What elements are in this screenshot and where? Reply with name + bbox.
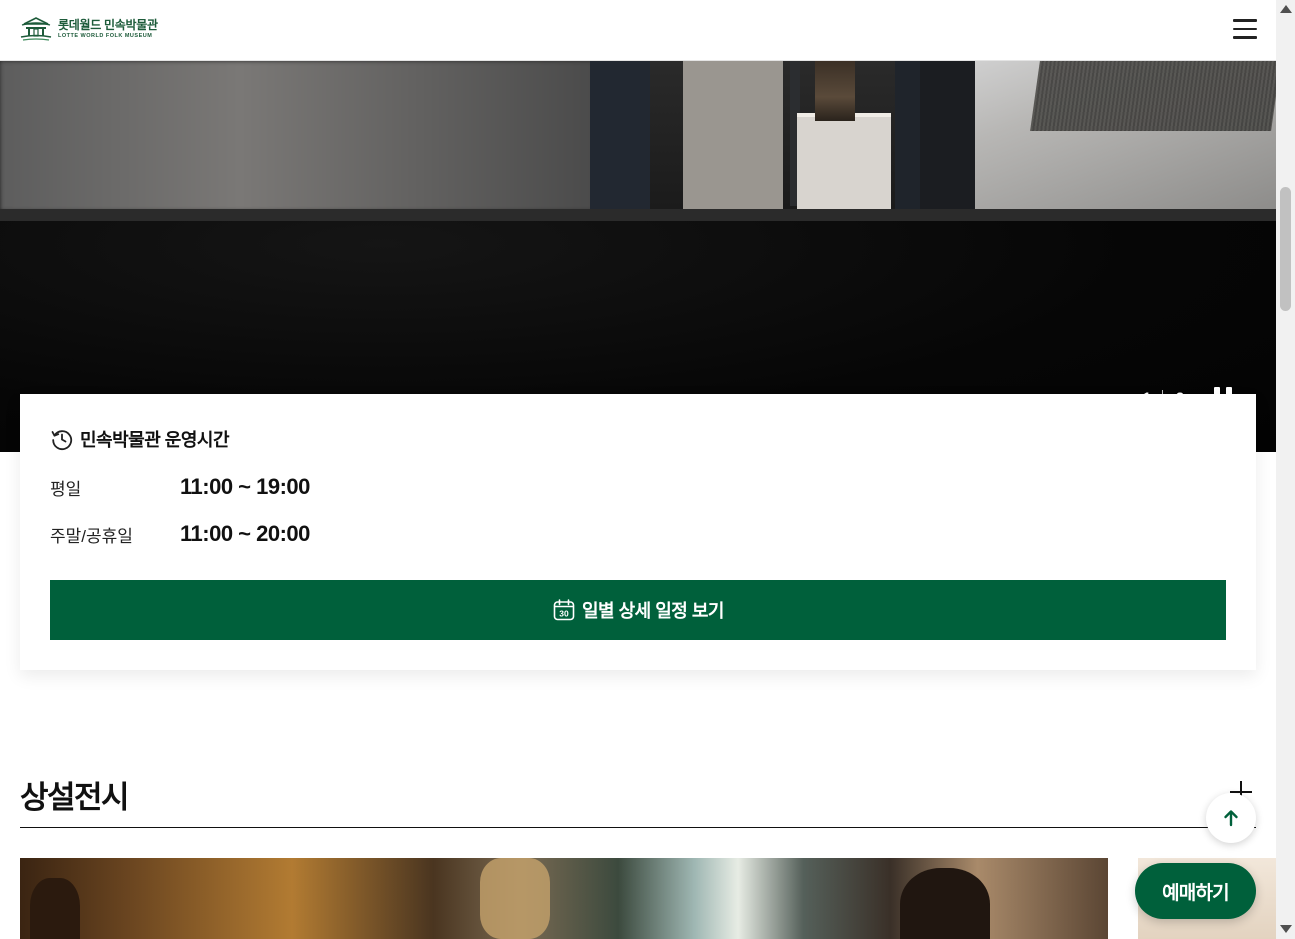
logo-text-en: LOTTE WORLD FOLK MUSEUM: [58, 32, 153, 39]
hours-value: 11:00 ~ 19:00: [180, 474, 310, 499]
hamburger-menu-icon[interactable]: [1233, 19, 1259, 41]
section-title: 상설전시: [20, 780, 130, 815]
book-ticket-label: 예매하기: [1162, 882, 1230, 904]
scroll-to-top-button[interactable]: [1206, 793, 1256, 843]
operating-hours-card: 민속박물관 운영시간 평일 11:00 ~ 19:00 주말/공휴일 11:00…: [20, 394, 1256, 670]
hero-image: [0, 61, 600, 211]
operating-hours-title: 민속박물관 운영시간: [80, 430, 230, 450]
hours-value: 11:00 ~ 20:00: [180, 521, 310, 546]
hours-label: 평일: [50, 479, 82, 499]
scrollbar-thumb[interactable]: [1280, 187, 1291, 311]
scroll-up-arrow-icon[interactable]: [1280, 5, 1292, 13]
operating-hours-heading: 민속박물관 운영시간: [50, 426, 230, 452]
daily-schedule-button[interactable]: 30 일별 상세 일정 보기: [50, 580, 1226, 640]
arrow-up-icon: [1224, 810, 1238, 827]
clock-history-icon: [51, 430, 73, 451]
exhibition-card-image[interactable]: [20, 858, 1108, 939]
hours-row-weekday: 평일 11:00 ~ 19:00: [50, 474, 310, 500]
scroll-down-arrow-icon[interactable]: [1280, 925, 1292, 933]
museum-logo-icon: [20, 17, 52, 41]
page: 롯데월드 민속박물관 LOTTE WORLD FOLK MUSEUM 1 3: [0, 0, 1295, 939]
svg-text:30: 30: [559, 609, 569, 619]
hours-row-weekend: 주말/공휴일 11:00 ~ 20:00: [50, 521, 310, 547]
vertical-scrollbar[interactable]: [1276, 0, 1295, 939]
book-ticket-button[interactable]: 예매하기: [1135, 863, 1256, 919]
daily-schedule-label: 일별 상세 일정 보기: [582, 601, 724, 621]
site-logo[interactable]: 롯데월드 민속박물관 LOTTE WORLD FOLK MUSEUM: [20, 15, 158, 43]
hours-label: 주말/공휴일: [50, 526, 133, 546]
permanent-exhibition-header: 상설전시: [20, 772, 1256, 828]
calendar-30-icon: 30: [553, 599, 575, 621]
logo-text-ko: 롯데월드 민속박물관: [58, 17, 158, 32]
site-header: 롯데월드 민속박물관 LOTTE WORLD FOLK MUSEUM: [0, 0, 1276, 61]
